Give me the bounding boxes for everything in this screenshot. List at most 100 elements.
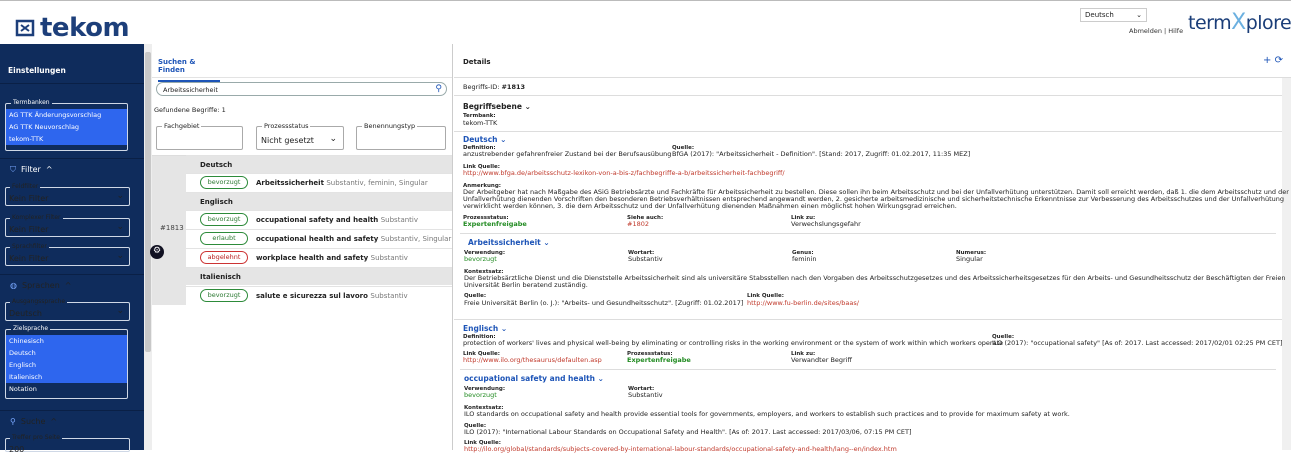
- sprachfilter-value: Kein Filter: [9, 254, 49, 263]
- zielsprache-item[interactable]: Italienisch: [6, 371, 127, 383]
- brand-left: term: [1188, 12, 1232, 34]
- chevron-down-icon: ⌄: [1136, 11, 1142, 19]
- tekom-logo-icon: [15, 19, 35, 37]
- zielsprache-label: Zielsprache: [11, 325, 51, 332]
- en-kontextsatz: ILO standards on occupational safety and…: [464, 410, 1070, 418]
- gear-icon[interactable]: ⚙: [150, 245, 164, 259]
- en-link-quelle[interactable]: http://www.ilo.org/thesaurus/defaulten.a…: [463, 356, 602, 364]
- term-name: workplace health and safety: [256, 254, 369, 262]
- prozessstatus-select[interactable]: Prozessstatus Nicht gesetzt ⌄: [256, 122, 344, 150]
- de-term-heading: Arbeitssicherheit: [468, 238, 541, 247]
- search-icon: ⚲: [10, 417, 16, 426]
- filter-icon: ⛉: [10, 164, 16, 174]
- zielsprache-item[interactable]: Englisch: [6, 359, 127, 371]
- englisch-toggle[interactable]: Englisch ⌄: [463, 324, 507, 333]
- term-row[interactable]: abgelehnt workplace health and safety Su…: [186, 248, 452, 266]
- prozessstatus-value: Expertenfreigabe: [463, 220, 527, 228]
- filter-section-toggle[interactable]: ⛉ Filter ^: [0, 158, 144, 180]
- term-name: occupational safety and health: [256, 216, 379, 224]
- termbanken-label: Termbanken: [11, 99, 52, 106]
- termbank-item[interactable]: AG TTK Änderungsvorschlag: [6, 109, 127, 121]
- benennungstyp-filter[interactable]: Benennungstyp: [356, 122, 446, 150]
- sidebar-scroll-thumb[interactable]: [145, 52, 151, 352]
- refresh-icon[interactable]: ⟳: [1275, 55, 1283, 66]
- search-input[interactable]: Arbeitssicherheit ⚲: [156, 82, 447, 96]
- komplex-filter-select[interactable]: Komplexer Filter Kein Filter ⌄: [5, 214, 130, 237]
- feldfilter-select[interactable]: Feldfilter Kein Filter ⌄: [5, 183, 130, 206]
- chevron-up-icon: ^: [50, 417, 58, 426]
- term-grammar: Substantiv, Singular: [380, 235, 452, 243]
- filter-label: Filter: [21, 165, 41, 174]
- tab-suchen-finden[interactable]: Suchen & Finden: [158, 58, 220, 82]
- suche-section-toggle[interactable]: ⚲ Suche ^: [0, 410, 144, 432]
- globe-icon: ◍: [10, 281, 17, 290]
- termbank-value: tekom-TTK: [463, 119, 498, 127]
- komplex-filter-label: Komplexer Filter: [10, 214, 63, 221]
- chevron-down-icon: ⌄: [116, 191, 124, 201]
- en-term-link-quelle[interactable]: http://ilo.org/global/standards/subjects…: [464, 445, 897, 453]
- de-term-link-quelle[interactable]: http://www.fu-berlin.de/sites/baas/: [747, 299, 859, 307]
- zielsprache-item[interactable]: Deutsch: [6, 347, 127, 359]
- search-icon[interactable]: ⚲: [435, 84, 442, 94]
- term-name: Arbeitssicherheit: [256, 179, 324, 187]
- benennungstyp-label: Benennungstyp: [362, 122, 418, 130]
- en-term-toggle[interactable]: occupational safety and health ⌄: [464, 374, 604, 383]
- zielsprache-item[interactable]: Notation: [6, 383, 127, 395]
- search-input-value: Arbeitssicherheit: [163, 86, 218, 94]
- language-header-it: Italienisch: [186, 267, 452, 285]
- en-wortart-value: Substantiv: [628, 391, 663, 399]
- termbank-item[interactable]: tekom-TTK: [6, 133, 127, 145]
- details-panel: Details + ⟳ Begriffs-ID: #1813 Begriffse…: [454, 44, 1291, 453]
- concept-id[interactable]: #1813: [160, 224, 184, 232]
- de-quelle: BfGA (2017): "Arbeitssicherheit - Defini…: [672, 150, 971, 158]
- term-row[interactable]: bevorzugt occupational safety and health…: [186, 210, 452, 228]
- brand-right: plorer: [1245, 12, 1291, 34]
- deutsch-toggle[interactable]: Deutsch ⌄: [463, 135, 506, 144]
- term-row[interactable]: erlaubt occupational health and safety S…: [186, 229, 452, 247]
- en-term-block: occupational safety and health ⌄ Verwend…: [460, 369, 1276, 459]
- add-icon[interactable]: +: [1263, 55, 1271, 66]
- term-name: occupational health and safety: [256, 235, 379, 243]
- termbanken-group: Termbanken AG TTK Änderungsvorschlag AG …: [5, 99, 128, 151]
- chevron-down-icon: ⌄: [500, 324, 508, 333]
- term-row[interactable]: bevorzugt Arbeitssicherheit Substantiv, …: [186, 173, 452, 191]
- begriffsebene-label: Begriffsebene: [463, 102, 522, 111]
- term-grammar: Substantiv: [370, 292, 408, 300]
- status-badge: bevorzugt: [200, 289, 248, 302]
- tekom-logo[interactable]: tekom: [14, 13, 130, 43]
- de-definition: anzustrebender gefahrenfreier Zustand be…: [463, 150, 672, 158]
- chevron-down-icon: ⌄: [500, 135, 507, 144]
- zielsprache-item[interactable]: Chinesisch: [6, 335, 127, 347]
- language-header-en: Englisch: [186, 192, 452, 210]
- genus-value: feminin: [792, 255, 817, 263]
- term-name: salute e sicurezza sul lavoro: [256, 292, 368, 300]
- chevron-up-icon: ^: [64, 281, 72, 290]
- begriffsebene-toggle[interactable]: Begriffsebene ⌄: [463, 102, 531, 111]
- sprachen-section-toggle[interactable]: ◍ Sprachen ^: [0, 274, 144, 296]
- de-kontextsatz-line: Universität Berlin beratend zuständig.: [464, 281, 588, 289]
- komplex-filter-value: Kein Filter: [9, 225, 49, 234]
- siehe-auch-link[interactable]: #1802: [627, 220, 649, 228]
- de-term-toggle[interactable]: Arbeitssicherheit ⌄: [468, 238, 550, 247]
- details-scrollbar[interactable]: [1282, 78, 1291, 450]
- top-links[interactable]: Abmelden | Hilfe: [1129, 27, 1183, 35]
- status-badge: abgelehnt: [200, 251, 248, 264]
- de-link-quelle[interactable]: http://www.bfga.de/arbeitsschutz-lexikon…: [463, 169, 785, 177]
- sidebar-title: Einstellungen: [0, 44, 148, 84]
- chevron-down-icon: ⌄: [543, 238, 550, 247]
- sprachfilter-select[interactable]: Sprachfilter Kein Filter ⌄: [5, 243, 130, 266]
- de-term-quelle: Freie Universität Berlin (o. J.): "Arbei…: [464, 299, 744, 307]
- wortart-value: Substantiv: [628, 255, 663, 263]
- deutsch-block: Deutsch ⌄ Definition: anzustrebender gef…: [454, 131, 1289, 233]
- en-prozessstatus-value: Expertenfreigabe: [627, 356, 691, 364]
- status-badge: bevorzugt: [200, 213, 248, 226]
- chevron-down-icon: ⌄: [597, 374, 604, 383]
- ausgangssprache-select[interactable]: Ausgangssprache Deutsch ⌄: [5, 298, 130, 321]
- prozessstatus-value: Nicht gesetzt: [261, 136, 314, 145]
- term-row[interactable]: bevorzugt salute e sicurezza sul lavoro …: [186, 286, 452, 304]
- en-definition: protection of workers' lives and physica…: [463, 339, 1004, 347]
- en-term-heading: occupational safety and health: [464, 374, 596, 383]
- termbank-item[interactable]: AG TTK Neuvorschlag: [6, 121, 127, 133]
- fachgebiet-filter[interactable]: Fachgebiet: [156, 122, 243, 150]
- language-select[interactable]: Deutsch ⌄: [1080, 8, 1147, 22]
